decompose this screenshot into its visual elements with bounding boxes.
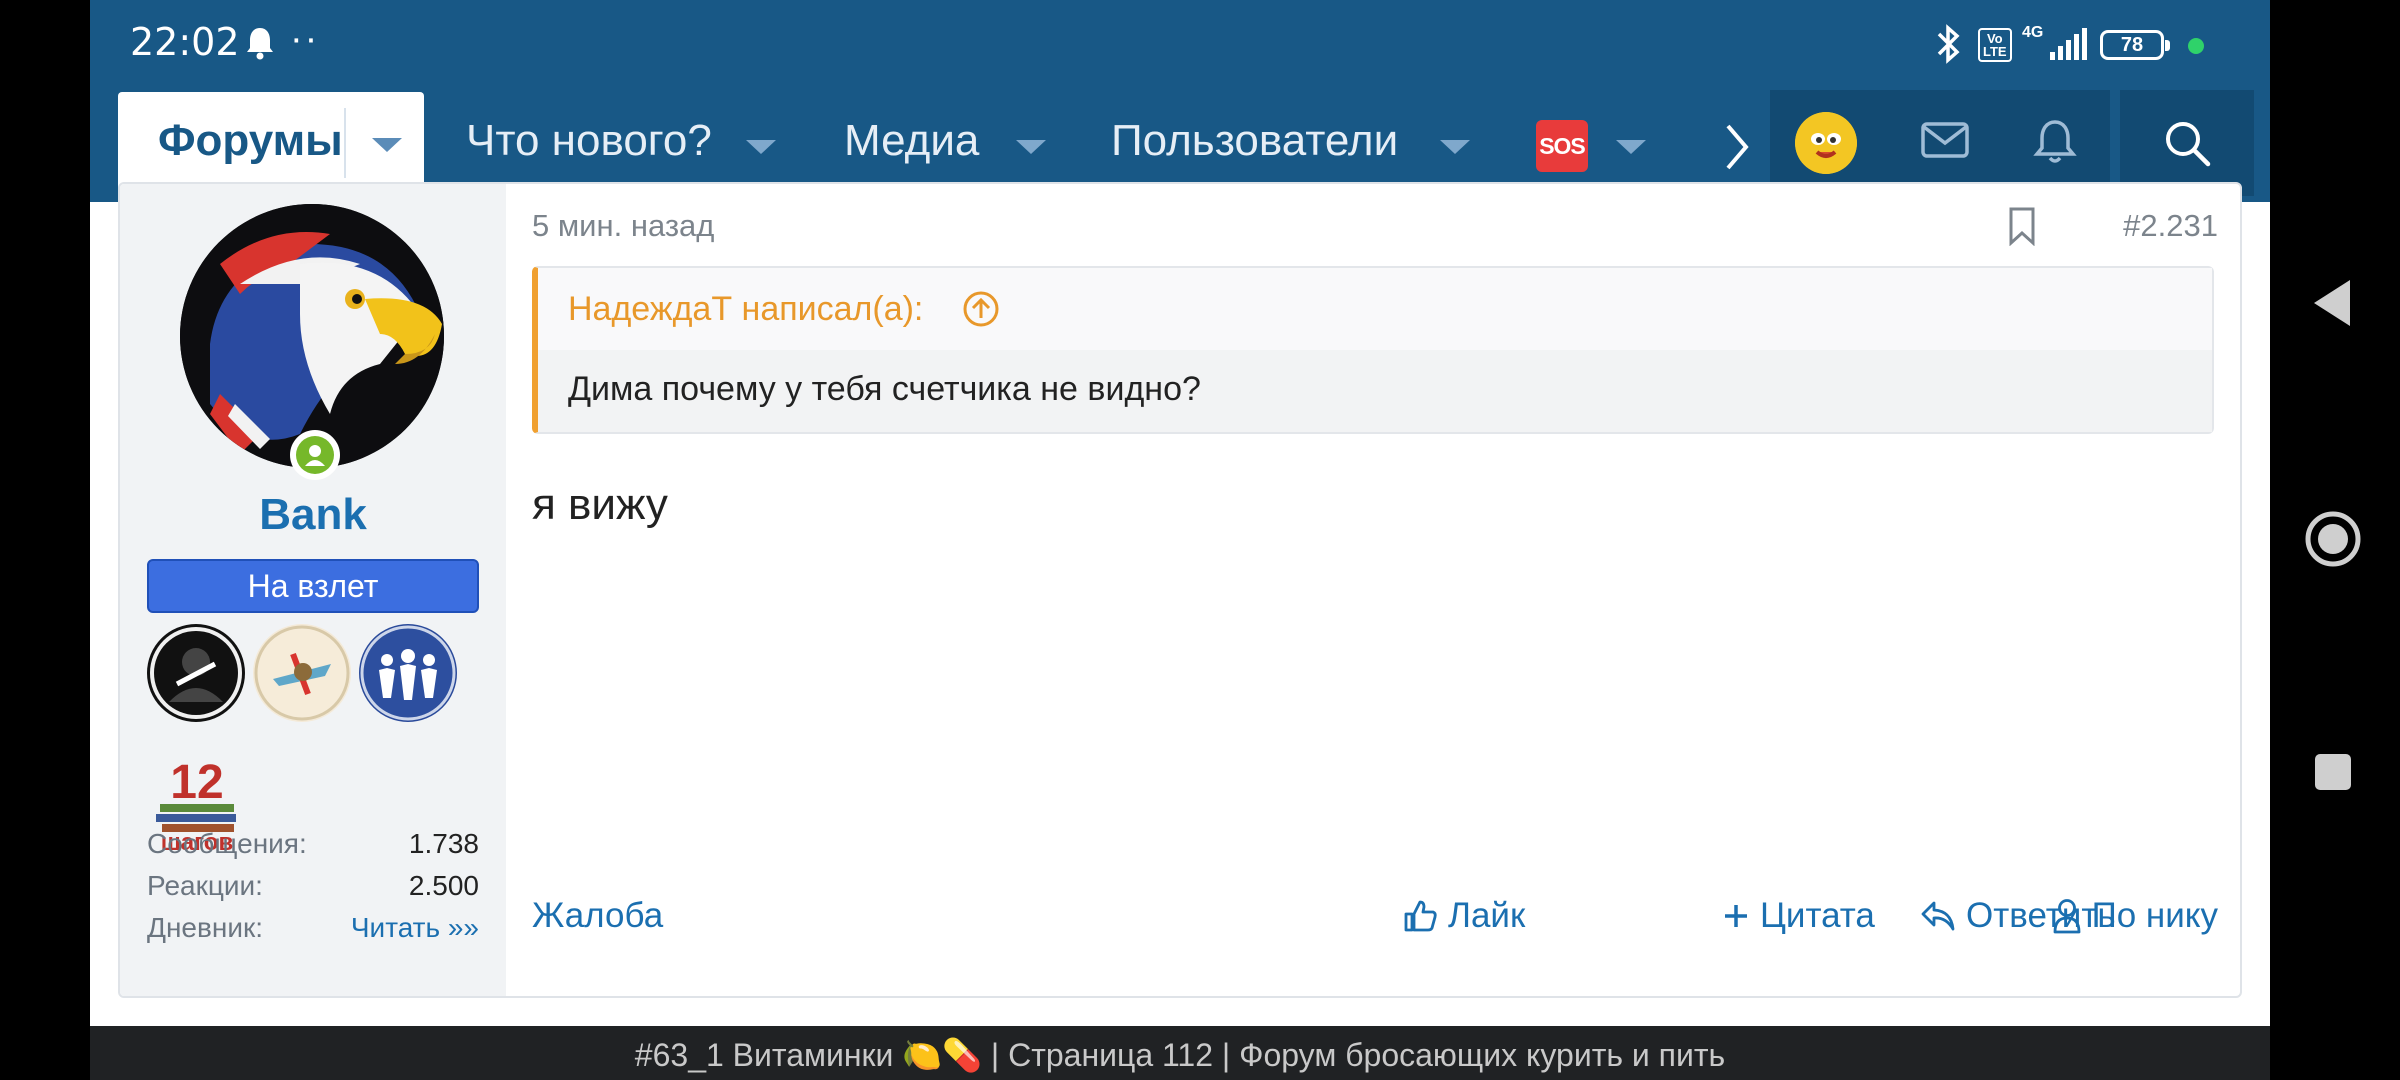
nav-item-media[interactable]: Медиа	[844, 116, 979, 166]
chevron-down-icon[interactable]	[1616, 140, 1646, 154]
stat-reactions: Реакции: 2.500	[147, 870, 479, 902]
chevron-right-icon[interactable]	[1722, 122, 1752, 177]
stat-messages: Сообщения: 1.738	[147, 828, 479, 860]
report-link[interactable]: Жалоба	[532, 896, 663, 936]
nav-tab-separator	[344, 108, 346, 178]
award-badge-plane[interactable]	[253, 624, 351, 722]
stat-label: Реакции:	[147, 870, 263, 901]
notification-bell-icon	[245, 26, 275, 65]
mention-label: По нику	[2091, 896, 2218, 935]
author-username[interactable]: Bank	[120, 490, 506, 540]
nav-item-sos[interactable]: SOS	[1536, 120, 1588, 172]
current-user-avatar[interactable]	[1795, 112, 1857, 174]
post-author-panel: Bank На взлет 12шагов Сообщения: 1.738	[120, 184, 506, 996]
diary-read-link[interactable]: Читать »»	[351, 912, 479, 944]
network-type: 4G	[2022, 24, 2044, 41]
stat-diary: Дневник: Читать »»	[147, 912, 479, 944]
mention-button[interactable]: По нику	[2052, 896, 2218, 936]
quote-content: Дима почему у тебя счетчика не видно?	[538, 350, 2212, 432]
author-avatar[interactable]	[180, 204, 444, 468]
status-overflow-dots: ··	[290, 18, 320, 60]
report-label: Жалоба	[532, 896, 664, 935]
page-content: Bank На взлет 12шагов Сообщения: 1.738	[90, 182, 2270, 1026]
privacy-indicator-dot	[2188, 38, 2204, 54]
stat-value: 2.500	[408, 870, 479, 901]
alerts-bell-icon[interactable]	[2032, 118, 2078, 171]
author-title-badge: На взлет	[147, 559, 479, 613]
system-navigation-bar	[2270, 0, 2400, 1080]
stat-value: 1.738	[408, 828, 479, 859]
status-time: 22:02	[130, 20, 240, 64]
quote-block: НадеждаТ написал(а): Дима почему у тебя …	[532, 266, 2214, 434]
plus-icon	[1725, 905, 1747, 927]
online-status-indicator	[290, 430, 340, 480]
thumbs-up-icon	[1404, 900, 1437, 932]
page-title-bar: #63_1 Витаминки 🍋💊 | Страница 112 | Фору…	[90, 1026, 2270, 1080]
like-button[interactable]: Лайк	[1402, 896, 1525, 936]
arrow-up-circle-icon[interactable]	[962, 290, 1000, 333]
browser-viewport: 22:02 ·· Vo LTE 4G 78 Форумы Что нового?…	[90, 0, 2270, 1080]
status-bar: 22:02 ·· Vo LTE 4G 78	[90, 0, 2270, 92]
svg-text:12: 12	[170, 756, 223, 809]
chevron-down-icon[interactable]	[372, 138, 402, 152]
signal-strength-icon	[2048, 26, 2092, 67]
forum-post: Bank На взлет 12шагов Сообщения: 1.738	[118, 182, 2242, 998]
post-message: я вижу	[532, 480, 668, 529]
bluetooth-icon	[1935, 22, 1963, 71]
award-badge-community[interactable]	[359, 624, 457, 722]
post-body: 5 мин. назад #2.231 НадеждаТ написал(а):…	[506, 184, 2240, 996]
nav-item-whats-new[interactable]: Что нового?	[466, 116, 712, 166]
chevron-down-icon[interactable]	[1016, 140, 1046, 154]
bookmark-icon[interactable]	[2006, 206, 2038, 251]
chevron-down-icon[interactable]	[1440, 140, 1470, 154]
quote-header: НадеждаТ написал(а):	[538, 268, 2212, 350]
stat-label: Дневник:	[147, 912, 264, 943]
post-actions: Жалоба Лайк Цитата Ответить По нику	[506, 896, 2240, 956]
back-triangle-icon[interactable]	[2310, 278, 2354, 333]
volte-icon: Vo LTE	[1978, 28, 2012, 62]
recents-square-icon[interactable]	[2313, 752, 2353, 797]
battery-indicator: 78	[2100, 30, 2170, 60]
page-title: #63_1 Витаминки 🍋💊 | Страница 112 | Фору…	[634, 1037, 1726, 1073]
chevron-down-icon[interactable]	[746, 140, 776, 154]
stat-label: Сообщения:	[147, 828, 307, 859]
like-label: Лайк	[1448, 896, 1526, 935]
user-icon	[305, 445, 325, 466]
nav-item-members[interactable]: Пользователи	[1111, 116, 1398, 166]
quote-text: Дима почему у тебя счетчика не видно?	[568, 370, 1201, 408]
quote-label: Цитата	[1760, 896, 1875, 935]
user-icon	[2053, 899, 2080, 934]
quote-author[interactable]: НадеждаТ написал(а):	[568, 290, 923, 329]
nav-tab-forums-label: Форумы	[158, 116, 343, 165]
post-number[interactable]: #2.231	[2123, 208, 2218, 244]
post-timestamp[interactable]: 5 мин. назад	[532, 208, 714, 244]
search-icon	[2166, 122, 2211, 167]
quote-button[interactable]: Цитата	[1722, 896, 1875, 936]
home-circle-icon[interactable]	[2304, 510, 2362, 573]
search-button[interactable]	[2120, 90, 2254, 196]
reply-icon	[1921, 901, 1955, 931]
inbox-envelope-icon[interactable]	[1920, 118, 1970, 167]
award-badge-smoker[interactable]	[147, 624, 245, 722]
